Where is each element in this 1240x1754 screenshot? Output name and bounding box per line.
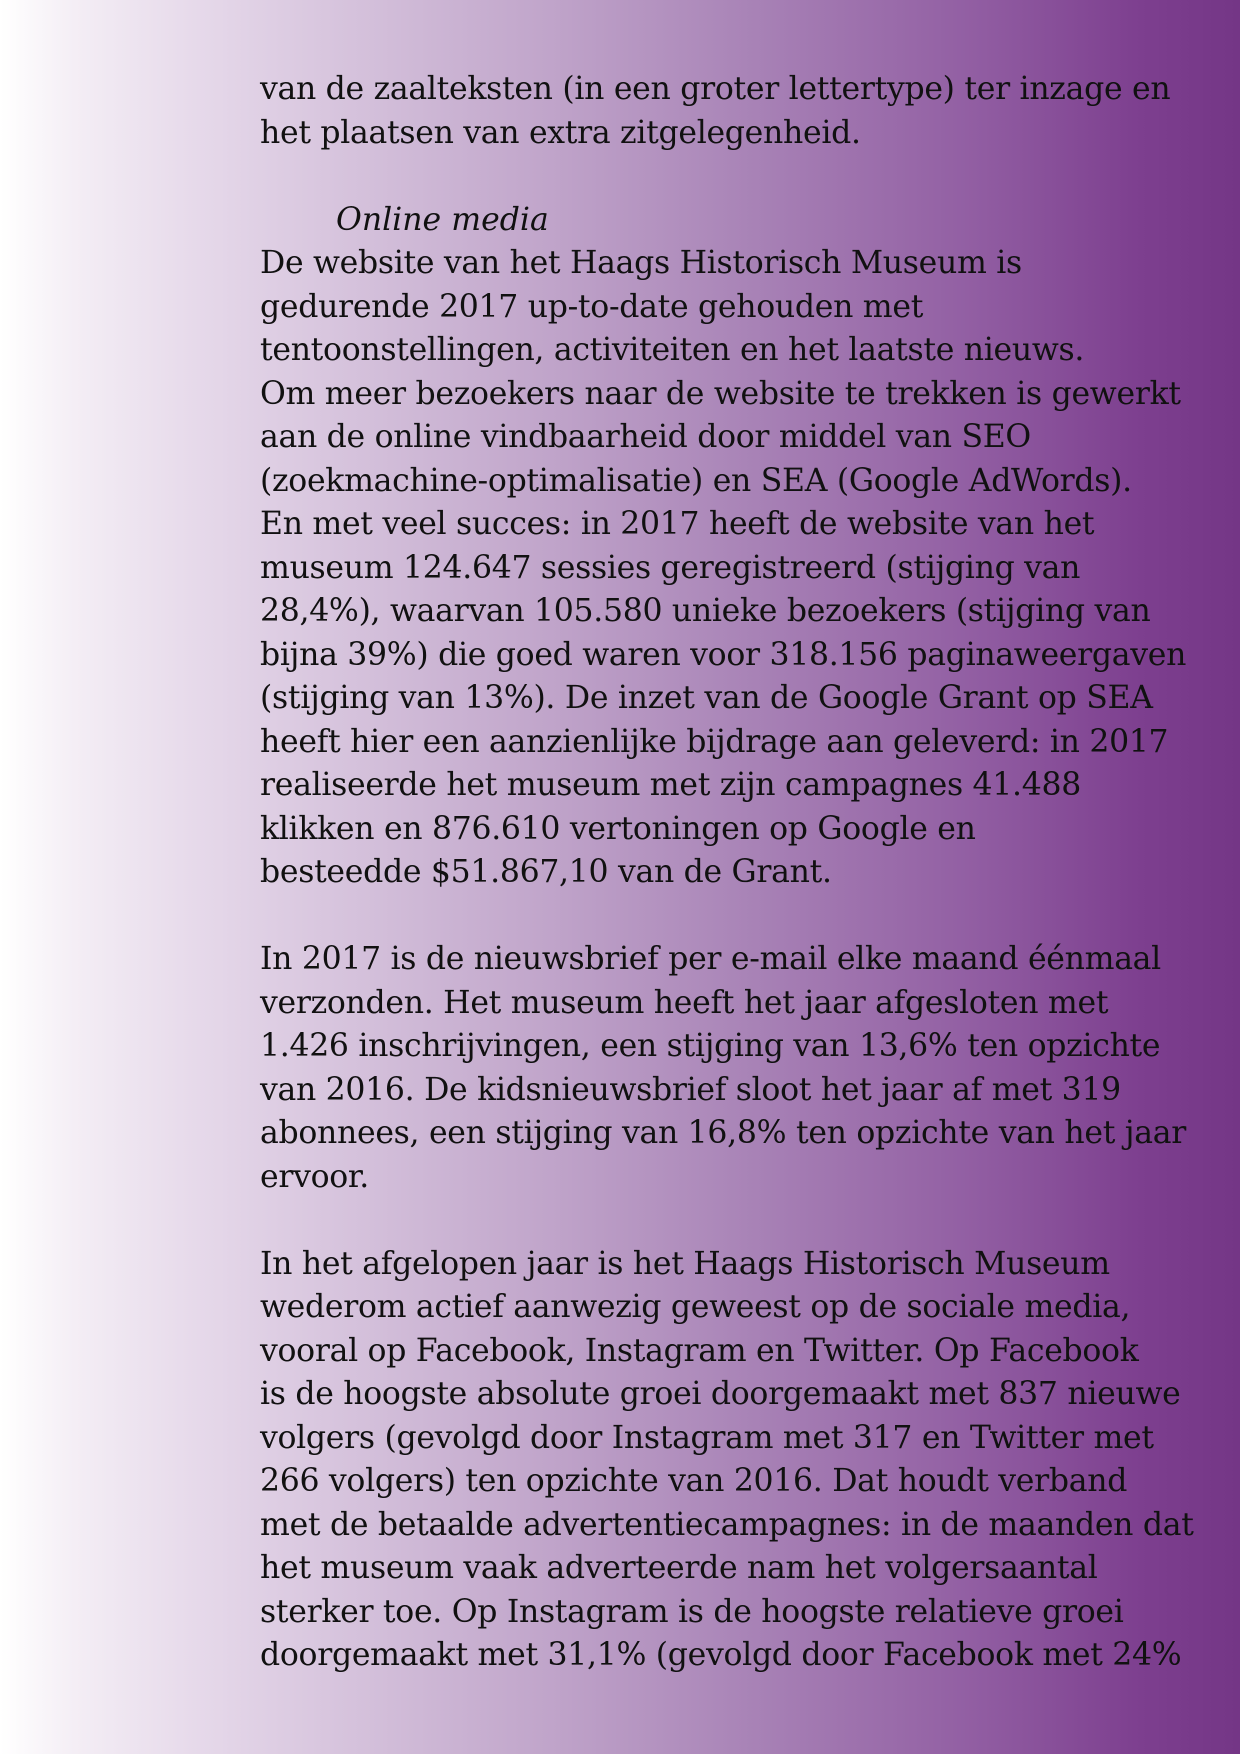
text-line: met de betaalde advertentiecampagnes: in… bbox=[260, 1506, 1194, 1543]
text-line: abonnees, een stijging van 16,8% ten opz… bbox=[260, 1115, 1186, 1151]
text-line: In het afgelopen jaar is het Haags Histo… bbox=[260, 1245, 1110, 1282]
document-page: van de zaalteksten (in een groter letter… bbox=[260, 68, 1194, 1678]
text-line: 1.426 inschrijvingen, een stijging van 1… bbox=[260, 1028, 1161, 1064]
text-line: het museum vaak adverteerde nam het volg… bbox=[260, 1550, 1098, 1586]
text-line: van 2016. De kidsnieuwsbrief sloot het j… bbox=[260, 1071, 1121, 1108]
text-line: museum 124.647 sessies geregistreerd (st… bbox=[260, 549, 1081, 586]
text-line: realiseerde het museum met zijn campagne… bbox=[260, 767, 1081, 803]
text-line: En met veel succes: in 2017 heeft de web… bbox=[260, 506, 1095, 542]
text-line: 266 volgers) ten opzichte van 2016. Dat … bbox=[260, 1463, 1128, 1499]
social-media-paragraph: In het afgelopen jaar is het Haags Histo… bbox=[260, 1243, 1194, 1678]
intro-paragraph: van de zaalteksten (in een groter letter… bbox=[260, 68, 1171, 155]
text-line: van de zaalteksten (in een groter letter… bbox=[260, 71, 1171, 107]
text-line: het plaatsen van extra zitgelegenheid. bbox=[260, 114, 861, 151]
text-line: is de hoogste absolute groei doorgemaakt… bbox=[260, 1376, 1181, 1412]
text-line: aan de online vindbaarheid door middel v… bbox=[260, 419, 1031, 455]
text-line: ervoor. bbox=[260, 1158, 369, 1195]
text-line: volgers (gevolgd door Instagram met 317 … bbox=[260, 1419, 1154, 1456]
text-line: klikken en 876.610 vertoningen op Google… bbox=[260, 810, 976, 847]
text-line: vooral op Facebook, Instagram en Twitter… bbox=[260, 1332, 1139, 1369]
text-line: Om meer bezoekers naar de website te tre… bbox=[260, 375, 1181, 412]
text-line: besteedde $51.867,10 van de Grant. bbox=[260, 854, 832, 890]
section-heading: Online media bbox=[336, 201, 549, 238]
text-line: heeft hier een aanzienlijke bijdrage aan… bbox=[260, 723, 1169, 760]
text-line: 28,4%), waarvan 105.580 unieke bezoekers… bbox=[260, 593, 1151, 629]
text-line: wederom actief aanwezig geweest op de so… bbox=[260, 1289, 1131, 1325]
text-line: bijna 39%) die goed waren voor 318.156 p… bbox=[260, 636, 1187, 673]
text-line: De website van het Haags Historisch Muse… bbox=[260, 245, 1022, 281]
text-line: doorgemaakt met 31,1% (gevolgd door Face… bbox=[260, 1637, 1182, 1673]
text-line: (zoekmachine-optimalisatie) en SEA (Goog… bbox=[260, 462, 1132, 499]
text-line: In 2017 is de nieuwsbrief per e-mail elk… bbox=[260, 941, 1161, 977]
text-line: gedurende 2017 up-to-date gehouden met bbox=[260, 288, 924, 325]
text-line: sterker toe. Op Instagram is de hoogste … bbox=[260, 1593, 1124, 1630]
text-line: verzonden. Het museum heeft het jaar afg… bbox=[260, 984, 1109, 1021]
website-paragraph: De website van het Haags Historisch Muse… bbox=[260, 242, 1187, 895]
newsletter-paragraph: In 2017 is de nieuwsbrief per e-mail elk… bbox=[260, 938, 1186, 1199]
text-line: tentoonstellingen, activiteiten en het l… bbox=[260, 332, 1085, 368]
text-line: (stijging van 13%). De inzet van de Goog… bbox=[260, 680, 1153, 716]
